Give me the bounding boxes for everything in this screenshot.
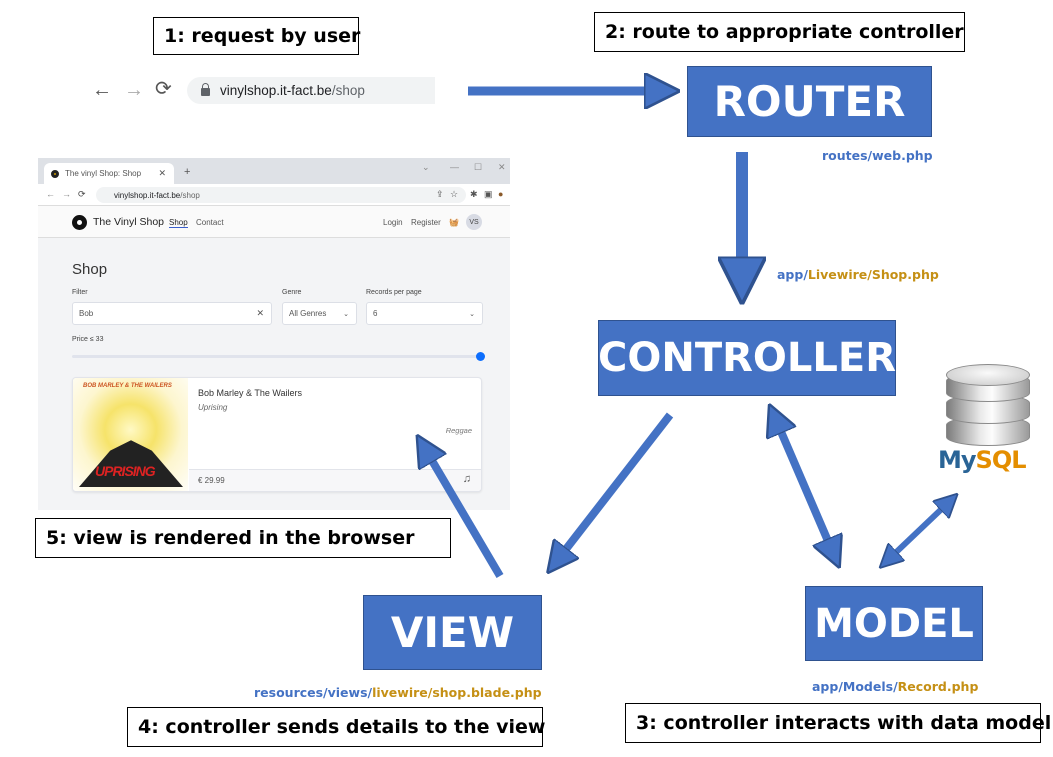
arrow-view-to-browser [424, 447, 504, 579]
arrow-controller-model [776, 420, 834, 555]
flow-arrows [0, 0, 1053, 579]
arrow-model-mysql [889, 501, 950, 559]
arrow-controller-to-view [556, 412, 674, 562]
